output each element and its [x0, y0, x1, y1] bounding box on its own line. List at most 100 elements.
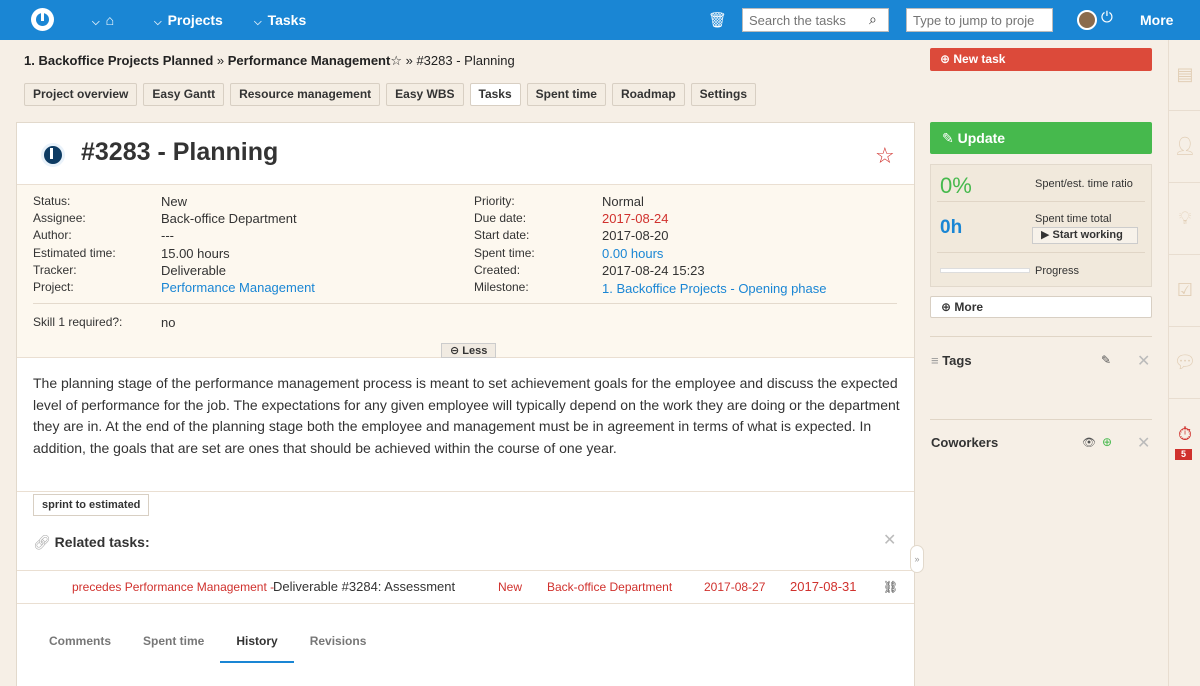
related-tasks-title: 🔗︎ Related tasks: — [33, 534, 150, 551]
attributes-divider — [33, 303, 897, 304]
table-row: precedes Performance Management - Delive… — [17, 570, 914, 604]
less-label: Less — [462, 345, 488, 357]
eye-icon[interactable]: 👁︎ — [1082, 436, 1096, 449]
more-actions-button[interactable]: ⊕ More — [930, 296, 1152, 318]
tab-comments[interactable]: Comments — [33, 630, 127, 663]
search-input[interactable] — [742, 8, 889, 32]
stats-divider — [937, 252, 1145, 253]
minus-circle-icon: ⊖ — [450, 345, 463, 357]
rail-divider — [1169, 182, 1200, 183]
tab-easy-gantt[interactable]: Easy Gantt — [143, 83, 225, 106]
link-icon: 🔗︎ — [33, 534, 55, 550]
unlink-icon[interactable]: ⛓ — [883, 580, 898, 594]
user-avatar[interactable] — [1077, 10, 1097, 30]
attr-label-author: Author: — [33, 228, 72, 242]
related-task-due: 2017-08-31 — [790, 579, 857, 594]
tracker-icon — [41, 143, 65, 167]
related-task-assignee: Back-office Department — [547, 580, 673, 594]
attr-value-estimated-time: 15.00 hours — [161, 246, 230, 261]
update-label: Update — [957, 130, 1006, 146]
plus-circle-icon: ⊕ — [941, 300, 955, 314]
close-icon[interactable]: ✕ — [1137, 433, 1150, 453]
less-button[interactable]: ⊖ Less — [441, 343, 497, 358]
tab-spent-time[interactable]: Spent time — [526, 83, 606, 106]
attr-label-assignee: Assignee: — [33, 211, 86, 225]
history-clock-icon[interactable]: ⏱︎ — [1173, 424, 1197, 448]
tab-project-overview[interactable]: Project overview — [24, 83, 138, 106]
attr-value-priority: Normal — [602, 194, 644, 209]
tab-settings[interactable]: Settings — [690, 83, 757, 106]
tab-roadmap[interactable]: Roadmap — [611, 83, 685, 106]
attr-value-milestone[interactable]: 1. Backoffice Projects - Opening phase — [602, 281, 827, 296]
issue-attributes: Status: New Assignee: Back-office Depart… — [17, 185, 914, 358]
attr-value-spent-time[interactable]: 0.00 hours — [602, 246, 663, 261]
top-bar: ⌵⌂ ⌵Projects ⌵Tasks 🗑 ⌕ ⏻ More — [0, 0, 1200, 40]
related-task-link[interactable]: Deliverable #3284: Assessment — [273, 579, 455, 594]
favorite-star-icon[interactable]: ☆ — [390, 53, 402, 68]
lightbulb-icon[interactable]: 💡︎ — [1173, 208, 1197, 232]
breadcrumb-separator: » — [213, 53, 228, 68]
projects-nav[interactable]: ⌵ Projects — [154, 0, 223, 40]
attr-label-due-date: Due date: — [474, 211, 527, 225]
home-icon: ⌂ — [105, 12, 115, 28]
attr-value-author: --- — [161, 228, 174, 243]
close-icon[interactable]: ✕ — [1137, 351, 1150, 371]
breadcrumb-project[interactable]: 1. Backoffice Projects Planned — [24, 53, 213, 68]
rail-divider — [1169, 254, 1200, 255]
tasks-nav[interactable]: ⌵ Tasks — [254, 0, 306, 40]
rail-divider — [1169, 326, 1200, 327]
attr-label-project: Project: — [33, 280, 74, 294]
attr-value-start-date: 2017-08-20 — [602, 228, 669, 243]
app-logo[interactable] — [31, 8, 54, 31]
tab-tasks[interactable]: Tasks — [469, 83, 521, 106]
related-task-status: New — [498, 580, 523, 594]
tab-resource-management[interactable]: Resource management — [230, 83, 381, 106]
related-task-start: 2017-08-27 — [704, 580, 766, 594]
time-ratio-value: 0% — [940, 173, 972, 198]
user-icon[interactable]: 👤︎ — [1173, 136, 1197, 160]
home-nav[interactable]: ⌵ ⌂ — [92, 0, 114, 40]
power-icon[interactable]: ⏻ — [1101, 9, 1113, 26]
attr-label-priority: Priority: — [474, 194, 515, 208]
issue-title: #3283 - Planning — [81, 138, 279, 166]
edit-pencil-icon[interactable]: ✎ — [1101, 353, 1111, 367]
notification-badge: 5 — [1175, 449, 1192, 460]
tag-list-icon: ≡ — [931, 353, 943, 368]
attr-value-tracker: Deliverable — [161, 263, 227, 278]
attr-value-assignee: Back-office Department — [161, 211, 297, 226]
jump-to-project-select[interactable] — [906, 8, 1053, 32]
related-tasks-label: Related tasks: — [54, 534, 150, 550]
issue-panel: #3283 - Planning ☆ Status: New Assignee:… — [16, 122, 915, 686]
breadcrumb: 1. Backoffice Projects Planned » Perform… — [24, 53, 515, 69]
attr-value-status: New — [161, 194, 188, 209]
chat-icon[interactable]: 💬︎ — [1173, 352, 1197, 376]
new-task-button[interactable]: ⊕ New task — [930, 48, 1152, 71]
close-icon[interactable]: ✕ — [883, 530, 896, 550]
spent-time-label: Spent time total — [1035, 213, 1112, 225]
more-menu[interactable]: More — [1140, 0, 1173, 40]
sidebar-divider — [930, 336, 1152, 337]
attr-value-project[interactable]: Performance Management — [161, 280, 315, 295]
trash-icon[interactable]: 🗑 — [708, 11, 727, 29]
relation-type[interactable]: precedes Performance Management - — [72, 580, 274, 594]
activity-icon[interactable]: ▤ — [1173, 64, 1197, 88]
issue-description: The planning stage of the performance ma… — [33, 375, 900, 456]
chevron-down-icon: ⌵ — [92, 17, 100, 28]
tab-revisions[interactable]: Revisions — [294, 630, 383, 663]
favorite-star-icon[interactable]: ☆ — [875, 143, 895, 169]
start-working-button[interactable]: ▶ Start working — [1032, 227, 1138, 244]
update-button[interactable]: ✎ Update — [930, 122, 1152, 154]
tab-easy-wbs[interactable]: Easy WBS — [386, 83, 464, 106]
tab-history[interactable]: History — [220, 630, 294, 663]
coworkers-panel-title: Coworkers — [931, 435, 999, 450]
tab-spent-time[interactable]: Spent time — [127, 630, 220, 663]
collapse-sidebar-icon[interactable]: » — [910, 545, 924, 573]
breadcrumb-subproject[interactable]: Performance Management — [228, 53, 391, 68]
checklist-icon[interactable]: ☑ — [1173, 280, 1197, 304]
plus-circle-icon: ⊕ — [940, 52, 954, 66]
search-icon[interactable]: ⌕ — [869, 11, 887, 29]
breadcrumb-separator: » — [401, 53, 417, 68]
tag-chip[interactable]: sprint to estimated — [33, 494, 150, 516]
add-coworker-icon[interactable]: ⊕ — [1102, 435, 1112, 449]
attr-label-spent-time: Spent time: — [474, 246, 535, 260]
